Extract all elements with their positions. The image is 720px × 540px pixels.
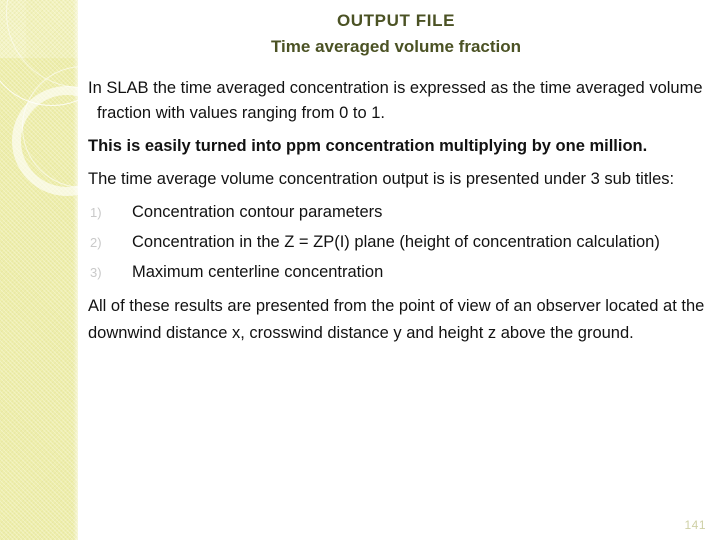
paragraph-intro: In SLAB the time averaged concentration … bbox=[88, 79, 703, 122]
list-item-label: Concentration in the Z = ZP(I) plane (he… bbox=[132, 233, 660, 251]
paragraph-ppm-conversion: This is easily turned into ppm concentra… bbox=[88, 137, 648, 155]
sidebar-edge-highlight bbox=[73, 0, 78, 540]
decorative-sidebar bbox=[0, 0, 78, 540]
slide-number: 141 bbox=[684, 518, 706, 532]
page-subtitle: Time averaged volume fraction bbox=[270, 37, 522, 56]
paragraph-subtitles-intro: The time average volume concentration ou… bbox=[88, 170, 675, 188]
paragraph-observer-frame: All of these results are presented from … bbox=[88, 297, 705, 342]
list-item: 2) Concentration in the Z = ZP(I) plane … bbox=[88, 230, 714, 255]
list-item: 1) Concentration contour parameters bbox=[88, 200, 714, 225]
slide-canvas: OUTPUT FILE Time averaged volume fractio… bbox=[0, 0, 720, 540]
list-item-label: Maximum centerline concentration bbox=[132, 263, 384, 281]
list-item: 3) Maximum centerline concentration bbox=[88, 260, 714, 285]
sub-titles-list: 1) Concentration contour parameters 2) C… bbox=[88, 200, 714, 285]
page-title: OUTPUT FILE bbox=[336, 11, 456, 30]
list-item-label: Concentration contour parameters bbox=[132, 203, 383, 221]
list-marker: 2) bbox=[90, 235, 102, 250]
list-marker: 3) bbox=[90, 265, 102, 280]
list-marker: 1) bbox=[90, 205, 102, 220]
title-block: OUTPUT FILE Time averaged volume fractio… bbox=[86, 10, 706, 59]
body-content: In SLAB the time averaged concentration … bbox=[88, 76, 714, 347]
